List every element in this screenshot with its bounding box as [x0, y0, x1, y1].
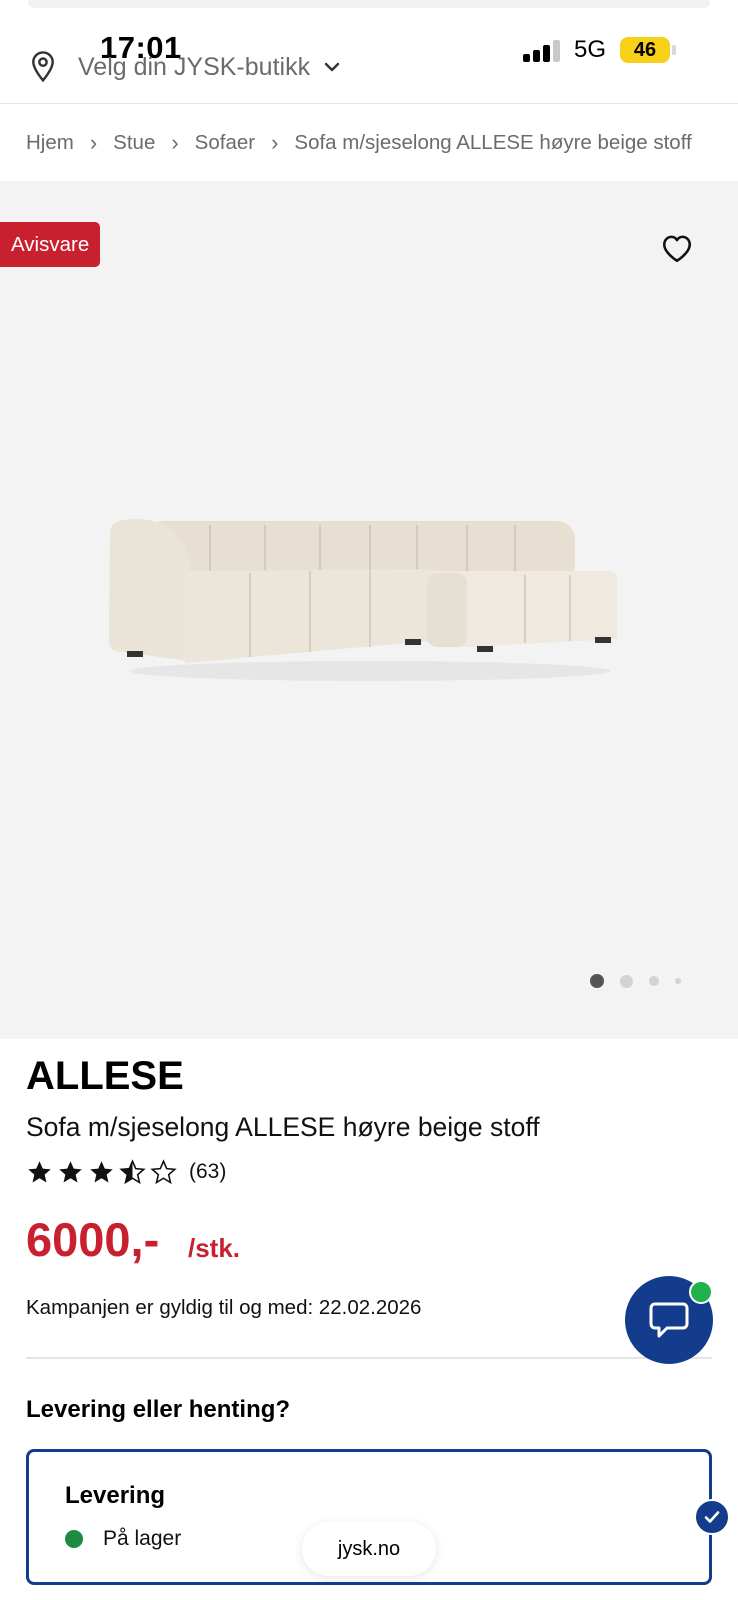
- product-description: Sofa m/sjeselong ALLESE høyre beige stof…: [26, 1112, 540, 1142]
- delivery-option-title: Levering: [65, 1482, 166, 1509]
- signal-icon: [523, 40, 563, 62]
- header-divider: [0, 103, 738, 104]
- gallery-pagination: [590, 973, 697, 989]
- stock-status: På lager: [65, 1526, 181, 1552]
- gallery-dot-active[interactable]: [590, 974, 604, 988]
- campaign-validity: Kampanjen er gyldig til og med: 22.02.20…: [26, 1296, 422, 1319]
- breadcrumb-current: Sofa m/sjeselong ALLESE høyre beige stof…: [294, 131, 692, 154]
- breadcrumb-chevron-icon: ›: [271, 130, 279, 155]
- stock-status-label: På lager: [103, 1527, 182, 1550]
- product-image-gallery[interactable]: Avisvare: [0, 181, 738, 1039]
- stock-status-dot: [65, 1530, 83, 1548]
- heart-icon[interactable]: [660, 232, 694, 264]
- checkmark-icon: [694, 1499, 730, 1535]
- breadcrumb-chevron-icon: ›: [89, 130, 98, 155]
- online-indicator: [689, 1280, 713, 1304]
- star-half-icon: [119, 1158, 146, 1184]
- product-rating[interactable]: (63): [26, 1157, 226, 1187]
- chevron-down-icon: [324, 62, 340, 72]
- breadcrumb-link-home[interactable]: Hjem: [26, 131, 74, 155]
- store-selector-label: Velg din JYSK-butikk: [78, 52, 311, 81]
- product-price: 6000,-: [26, 1213, 160, 1266]
- network-type: 5G: [574, 36, 607, 63]
- browser-url-pill[interactable]: jysk.no: [302, 1522, 436, 1576]
- chat-bubble-icon: [649, 1302, 689, 1338]
- star-empty-icon: [150, 1158, 177, 1184]
- delivery-heading: Levering eller henting?: [26, 1396, 291, 1423]
- rating-count: (63): [189, 1160, 227, 1183]
- battery-icon: 46: [620, 37, 670, 63]
- star-filled-icon: [28, 1160, 51, 1183]
- breadcrumb-link-sofaer[interactable]: Sofaer: [195, 131, 255, 155]
- breadcrumb: Hjem › Stue › Sofaer › Sofa m/sjeselong …: [26, 128, 692, 158]
- gallery-dot[interactable]: [620, 974, 633, 988]
- product-name: ALLESE: [26, 1054, 184, 1098]
- gallery-dot[interactable]: [675, 978, 681, 984]
- breadcrumb-link-stue[interactable]: Stue: [113, 131, 155, 155]
- battery-cap: [672, 45, 676, 55]
- store-selector[interactable]: Velg din JYSK-butikk: [28, 50, 342, 84]
- star-filled-icon: [59, 1160, 82, 1183]
- breadcrumb-chevron-icon: ›: [171, 130, 179, 155]
- product-image: [109, 519, 617, 681]
- price-unit: /stk.: [188, 1233, 241, 1263]
- promo-badge: Avisvare: [0, 222, 101, 267]
- star-filled-icon: [90, 1160, 113, 1183]
- location-pin-icon: [32, 51, 54, 83]
- gallery-dot[interactable]: [649, 976, 659, 986]
- section-divider: [26, 1357, 712, 1359]
